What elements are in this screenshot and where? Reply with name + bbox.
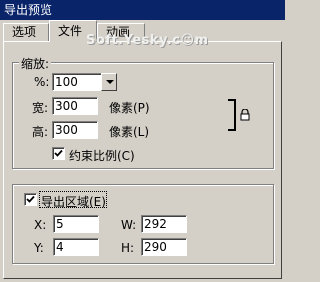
scale-group-legend: 缩放:	[19, 55, 52, 72]
percent-input[interactable]	[52, 73, 102, 91]
watermark: Soft.Yesky.c☺m	[86, 33, 209, 48]
lock-icon[interactable]	[240, 108, 250, 121]
height-input[interactable]	[52, 121, 98, 139]
height-label: 高:	[32, 125, 49, 139]
constrain-proportions-checkbox[interactable]	[52, 147, 65, 160]
width-unit-label: 像素(P)	[109, 101, 150, 115]
y-input[interactable]	[53, 238, 99, 256]
x-label: X:	[34, 218, 47, 232]
constrain-proportions-label: 约束比例(C)	[69, 149, 135, 163]
y-label: Y:	[34, 241, 44, 255]
export-area-label[interactable]: 导出区域(E)	[41, 193, 106, 210]
window-title: 导出预览	[0, 0, 285, 20]
h-input[interactable]	[141, 238, 187, 256]
x-input[interactable]	[53, 215, 99, 233]
constrain-link-bracket	[228, 99, 236, 131]
check-icon	[26, 195, 35, 203]
width-label: 宽:	[32, 101, 49, 115]
percent-label: %:	[34, 75, 50, 89]
h-label: H:	[121, 241, 135, 255]
width-input[interactable]	[52, 97, 98, 115]
w-label: W:	[121, 218, 137, 232]
tab-options[interactable]: 选项	[3, 23, 49, 41]
export-area-checkbox[interactable]	[24, 193, 37, 206]
w-input[interactable]	[141, 215, 187, 233]
percent-dropdown-button[interactable]	[101, 73, 117, 91]
chevron-down-icon	[106, 80, 114, 84]
height-unit-label: 像素(L)	[109, 125, 150, 139]
check-icon	[54, 149, 63, 157]
